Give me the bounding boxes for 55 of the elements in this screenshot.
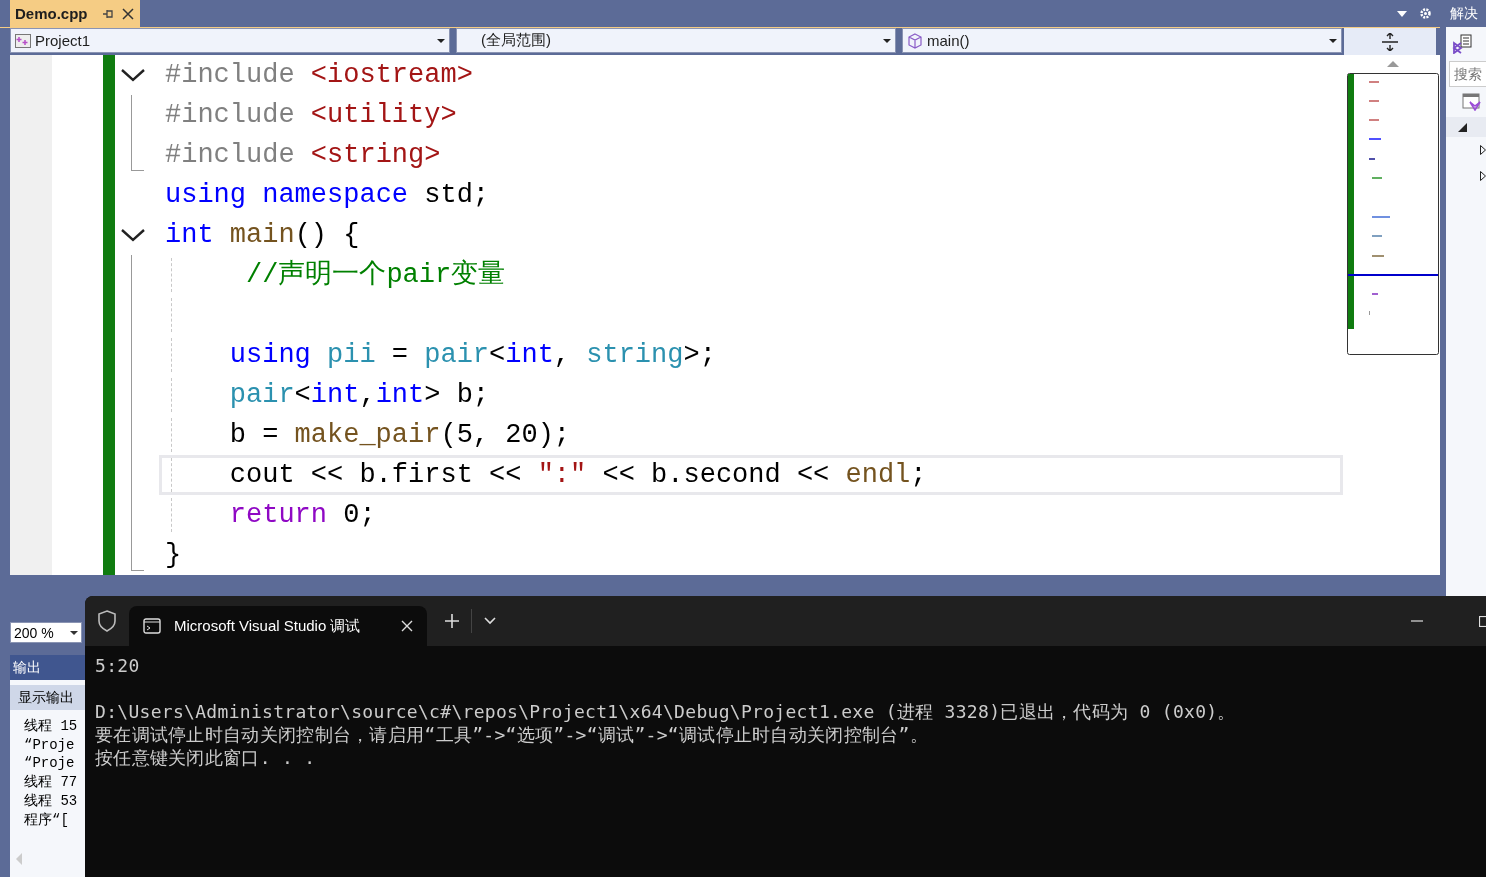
caret-icon xyxy=(1329,38,1337,43)
close-icon[interactable] xyxy=(121,7,134,20)
project-icon xyxy=(15,33,31,48)
output-line: 线程 15 xyxy=(24,717,79,736)
search-field[interactable]: 搜索 xyxy=(1449,61,1486,87)
member-dropdown[interactable]: main() xyxy=(902,28,1342,53)
project-dropdown[interactable]: Project1 xyxy=(10,28,450,53)
output-line: 线程 77 xyxy=(24,773,79,792)
output-line: 程序“[ xyxy=(24,810,70,830)
solution-icon[interactable] xyxy=(1452,34,1474,54)
collapse-icon[interactable] xyxy=(121,228,145,242)
document-tab[interactable]: Demo.cpp xyxy=(10,0,140,27)
collapsed-arrow-icon[interactable] xyxy=(1480,171,1486,181)
console-line: 按任意键关闭此窗口. . . xyxy=(95,746,317,769)
console-icon xyxy=(143,618,161,634)
split-button[interactable] xyxy=(1344,28,1436,55)
collapsed-arrow-icon[interactable] xyxy=(1480,145,1486,155)
code-line: #include <string> xyxy=(165,139,441,172)
terminal-tab[interactable]: Microsoft Visual Studio 调试 xyxy=(129,606,427,646)
code-line: } xyxy=(165,539,182,572)
scroll-up-icon[interactable] xyxy=(1387,61,1399,67)
caret-icon xyxy=(437,38,445,43)
caret-icon xyxy=(883,38,891,43)
settings-icon[interactable] xyxy=(1419,7,1432,20)
collapse-icon[interactable] xyxy=(121,68,145,82)
dropdown-icon[interactable] xyxy=(1397,10,1407,17)
console-line: 5:20 xyxy=(95,654,141,677)
scope-dropdown[interactable]: (全局范围) xyxy=(456,28,896,53)
solution-explorer-title: 解决 xyxy=(1446,0,1486,27)
shield-icon[interactable] xyxy=(97,610,117,632)
code-line: //声明一个pair变量 xyxy=(245,258,506,292)
code-line: using namespace std; xyxy=(165,179,490,212)
cube-icon xyxy=(907,32,923,49)
code-line: cout << b.first << ":" << b.second << endl; xyxy=(229,459,927,492)
console-line: 要在调试停止时自动关闭控制台，请启用“工具”->“选项”->“调试”->“调试停止时自动关闭控制台”。 xyxy=(95,723,930,746)
code-line: return 0; xyxy=(229,499,376,532)
chevron-down-icon[interactable] xyxy=(484,617,496,625)
caret-icon xyxy=(70,630,78,635)
code-line: #include <utility> xyxy=(165,99,457,132)
minimap-drawing[interactable] xyxy=(1347,73,1439,355)
zoom-dropdown[interactable]: 200 % xyxy=(10,622,82,643)
code-line: int main() { xyxy=(165,219,360,252)
code-line: pair<int,int> b; xyxy=(229,379,490,412)
output-line: “Proje xyxy=(24,735,76,755)
output-line: 线程 53 xyxy=(24,791,79,811)
code-line: b = make_pair(5, 20); xyxy=(229,419,571,452)
code-line: using pii = pair<int, string>; xyxy=(229,339,716,372)
split-icon xyxy=(1382,32,1398,51)
code-line: #include <iostream> xyxy=(165,59,473,92)
output-line: “Proje xyxy=(24,754,76,774)
new-tab-icon[interactable] xyxy=(445,614,459,628)
pin-icon[interactable] xyxy=(101,7,114,20)
console-line: D:\Users\Administrator\source\c#\repos\Project1\x64\Debug\Project1.exe (进程 3328)已退出，代码为 0 (0x0)。 xyxy=(95,700,1237,723)
expanded-arrow-icon[interactable] xyxy=(1458,122,1467,132)
window-icon[interactable] xyxy=(1462,93,1482,111)
